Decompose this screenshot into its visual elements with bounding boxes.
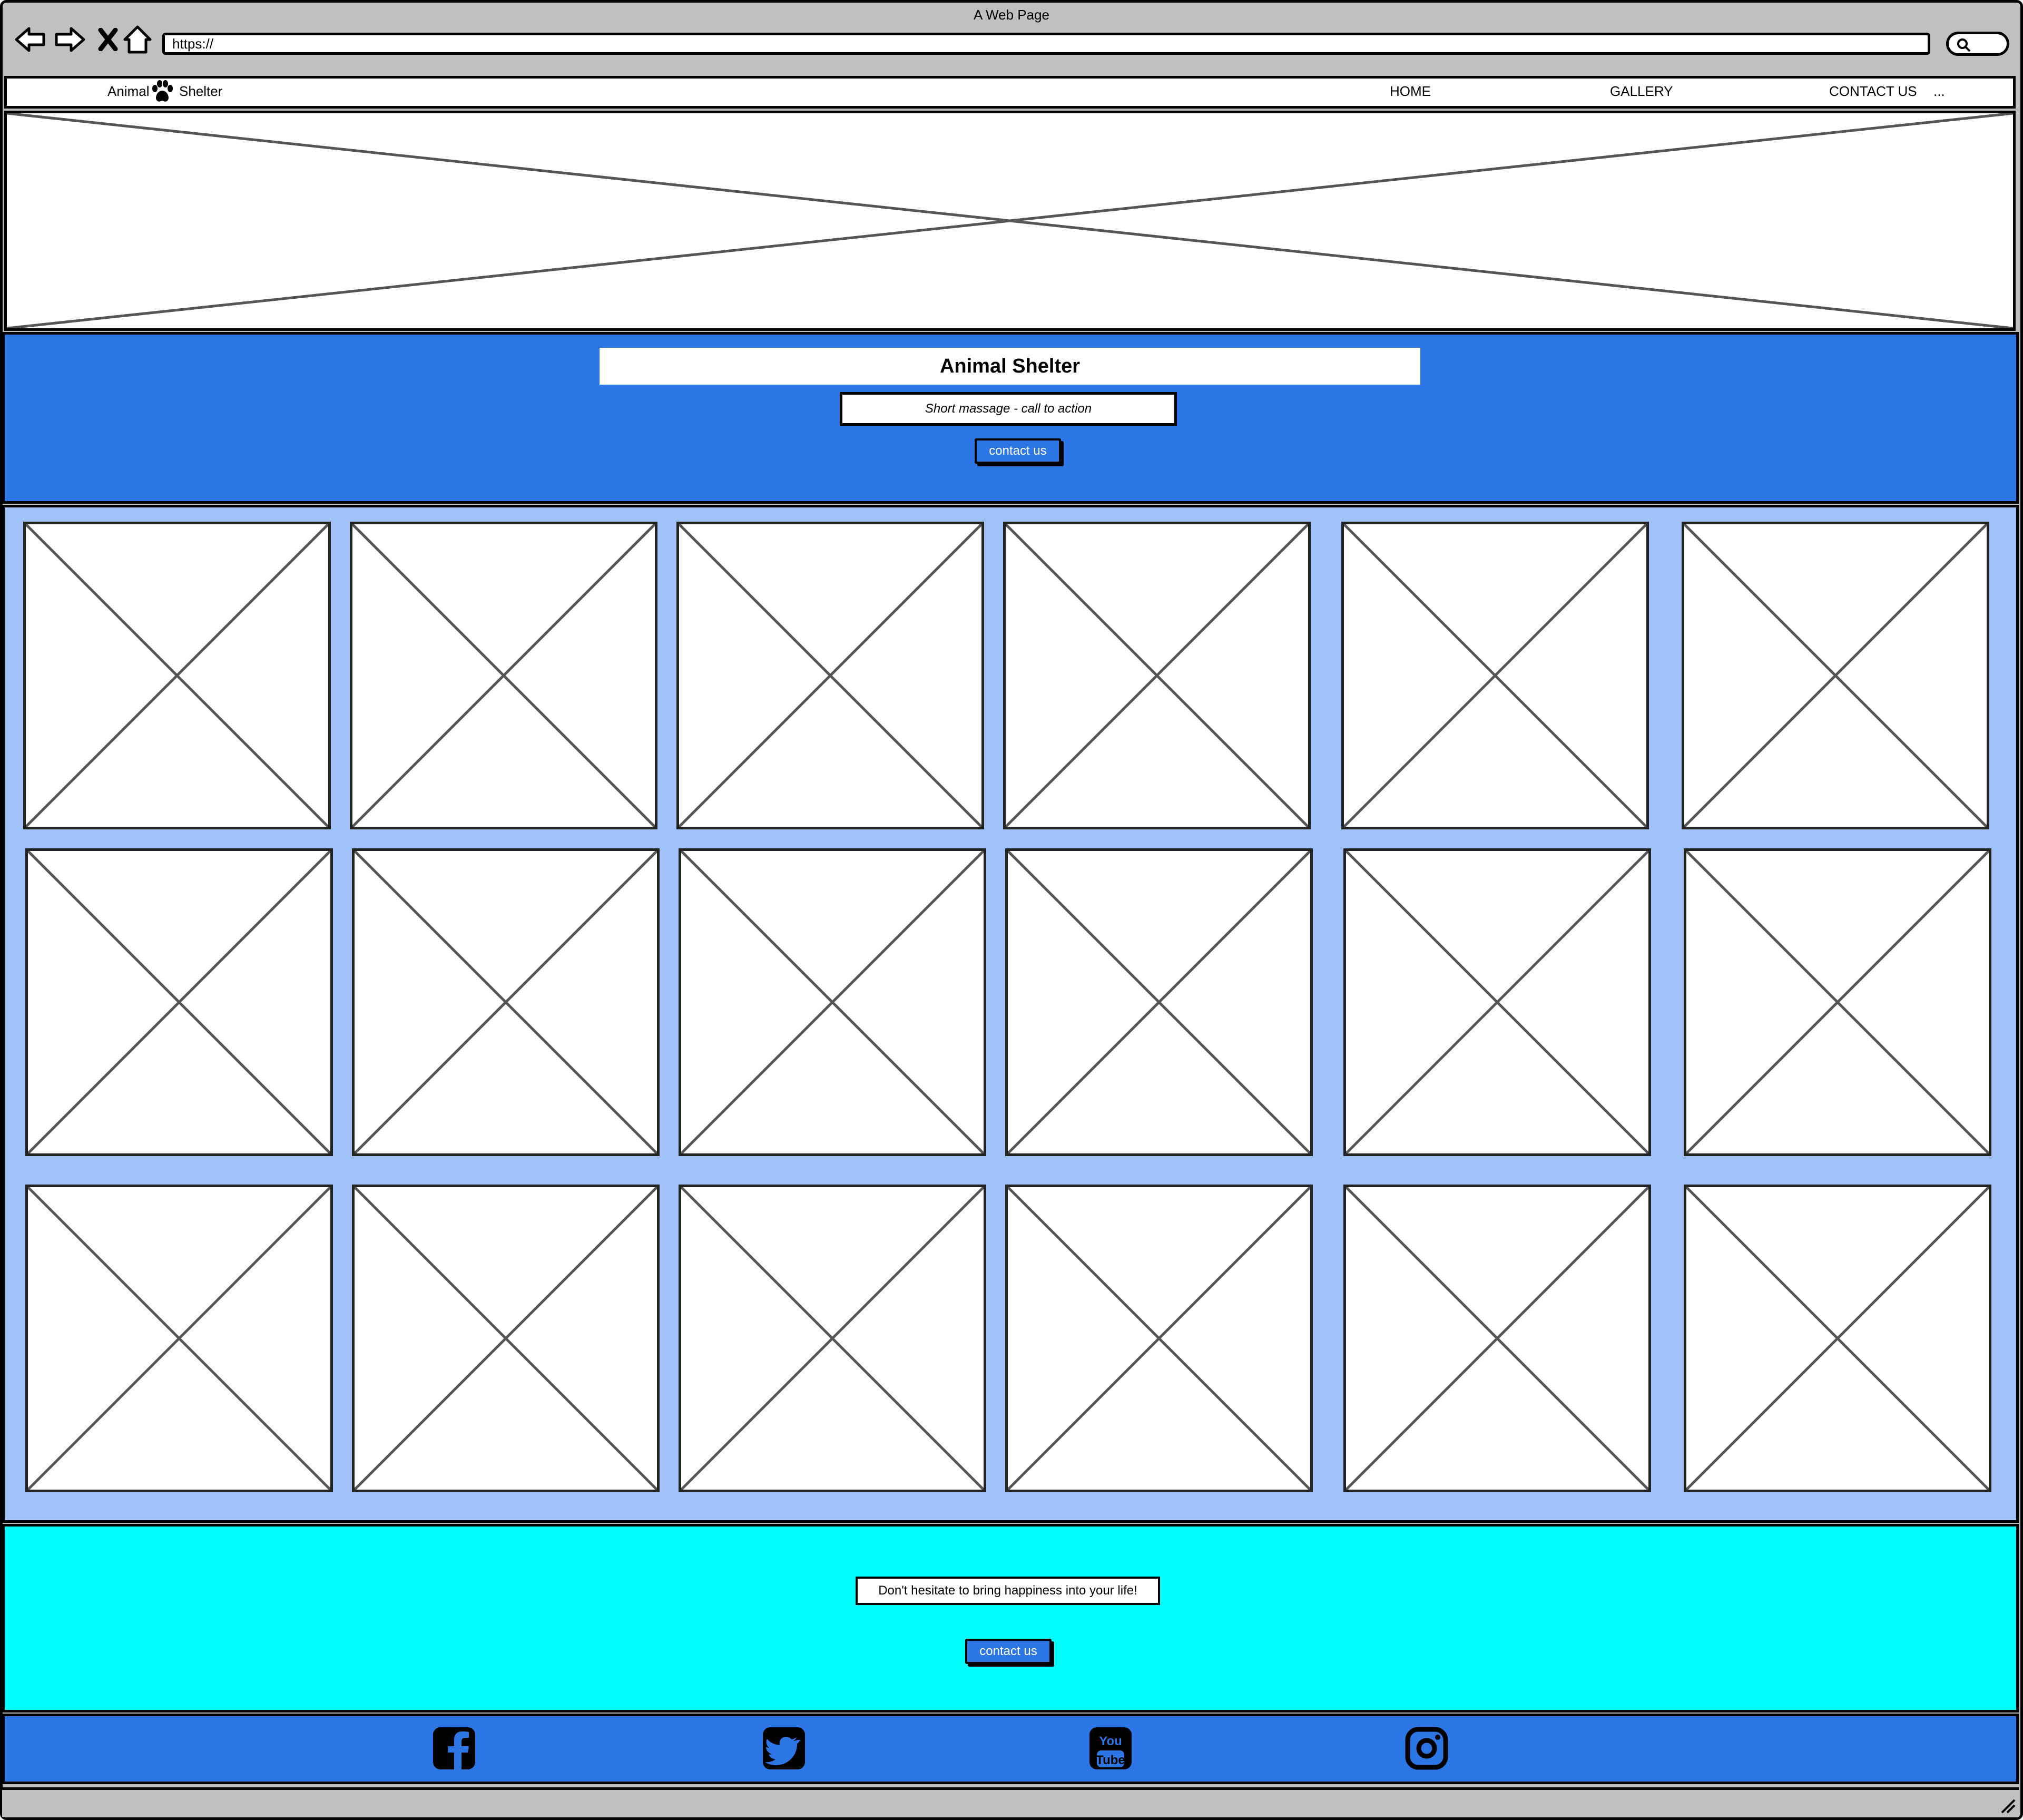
- gallery-image[interactable]: [679, 1185, 986, 1492]
- image-placeholder-icon: [681, 851, 984, 1153]
- site-header: [4, 76, 2016, 109]
- image-placeholder-icon: [1008, 1187, 1310, 1490]
- search-icon: [1957, 38, 1971, 52]
- nav-gallery[interactable]: GALLERY: [1610, 82, 1673, 100]
- paw-icon: [152, 80, 173, 102]
- gallery-image[interactable]: [1005, 848, 1313, 1156]
- gallery-image[interactable]: [25, 1185, 333, 1492]
- facebook-icon[interactable]: [432, 1726, 476, 1770]
- image-placeholder-icon: [1006, 524, 1308, 827]
- instagram-icon[interactable]: [1405, 1726, 1449, 1770]
- gallery-image[interactable]: [1343, 848, 1651, 1156]
- social-bar: [2, 1714, 2019, 1784]
- image-placeholder-icon: [28, 851, 330, 1153]
- gallery-image[interactable]: [25, 848, 333, 1156]
- gallery-image[interactable]: [350, 522, 657, 829]
- image-placeholder-icon: [1344, 524, 1646, 827]
- gallery-image[interactable]: [352, 848, 660, 1156]
- image-placeholder-icon: [355, 851, 657, 1153]
- nav-more[interactable]: ...: [1933, 82, 1945, 100]
- image-placeholder-icon: [679, 524, 981, 827]
- gallery-image[interactable]: [352, 1185, 660, 1492]
- back-icon[interactable]: [12, 21, 48, 58]
- image-placeholder-icon: [1684, 524, 1987, 827]
- contact-us-button[interactable]: contact us: [975, 438, 1061, 464]
- image-placeholder-icon: [1008, 851, 1310, 1153]
- footer-message: Don't hesitate to bring happiness into y…: [856, 1577, 1160, 1605]
- image-placeholder-icon: [7, 113, 2013, 328]
- image-placeholder-icon: [1346, 1187, 1648, 1490]
- image-placeholder-icon: [26, 524, 328, 827]
- image-placeholder-icon: [28, 1187, 330, 1490]
- hero-message: Short massage - call to action: [840, 392, 1177, 426]
- footer-contact-us-button[interactable]: contact us: [965, 1639, 1052, 1664]
- gallery-image[interactable]: [1684, 848, 1991, 1156]
- nav-home[interactable]: HOME: [1390, 82, 1431, 100]
- gallery-image[interactable]: [1684, 1185, 1991, 1492]
- gallery-image[interactable]: [1341, 522, 1649, 829]
- window-title: A Web Page: [973, 7, 1050, 23]
- logo-text-left: Animal: [107, 83, 150, 99]
- gallery-image[interactable]: [1682, 522, 1989, 829]
- svg-text:Tube: Tube: [1096, 1753, 1125, 1767]
- gallery-image[interactable]: [1003, 522, 1311, 829]
- youtube-icon[interactable]: You Tube: [1088, 1726, 1133, 1770]
- image-placeholder-icon: [1686, 851, 1989, 1153]
- gallery-image[interactable]: [23, 522, 331, 829]
- forward-icon[interactable]: [52, 21, 89, 58]
- hero-title: Animal Shelter: [600, 348, 1420, 385]
- image-placeholder-icon: [1686, 1187, 1989, 1490]
- hero-image: [4, 111, 2016, 331]
- gallery-image[interactable]: [679, 848, 986, 1156]
- status-bar: [2, 1787, 2019, 1817]
- gallery-image[interactable]: [1343, 1185, 1651, 1492]
- svg-text:You: You: [1099, 1734, 1122, 1748]
- gallery-image[interactable]: [1005, 1185, 1313, 1492]
- image-placeholder-icon: [681, 1187, 984, 1490]
- browser-search[interactable]: [1946, 32, 2009, 56]
- twitter-icon[interactable]: [762, 1726, 806, 1770]
- home-icon[interactable]: [119, 21, 156, 58]
- footer-cta-section: [2, 1524, 2019, 1713]
- image-placeholder-icon: [355, 1187, 657, 1490]
- nav-contact-us[interactable]: CONTACT US: [1829, 82, 1917, 100]
- resize-grip-icon[interactable]: [2000, 1798, 2016, 1814]
- image-placeholder-icon: [1346, 851, 1648, 1153]
- image-placeholder-icon: [352, 524, 655, 827]
- logo-text-right: Shelter: [179, 83, 223, 99]
- url-input[interactable]: https://: [162, 33, 1930, 55]
- gallery-image[interactable]: [676, 522, 984, 829]
